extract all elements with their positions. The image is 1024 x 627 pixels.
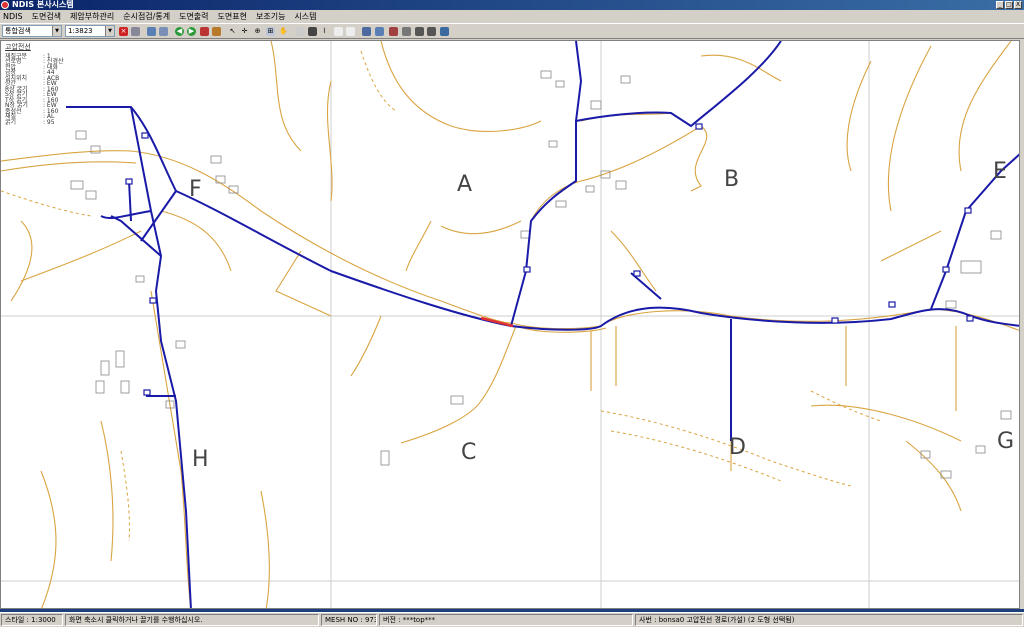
forward-icon[interactable]: ▶ xyxy=(187,27,196,36)
document-icon[interactable] xyxy=(131,27,140,36)
pole-marker[interactable] xyxy=(125,178,133,185)
legend-row: 굵기: 95 xyxy=(5,118,55,126)
vertical-scrollbar[interactable] xyxy=(1020,40,1024,609)
map-buildings xyxy=(70,70,1012,479)
status-selection-text: 사번 : bonsa0 고압전선 경로(가설) (2 도형 선택됨) xyxy=(639,616,795,624)
save-icon[interactable] xyxy=(147,27,156,36)
pole-marker[interactable] xyxy=(523,266,531,273)
measure-icon[interactable]: ⌇ xyxy=(320,27,329,36)
search-mode-select[interactable]: 통합검색 ▼ xyxy=(2,25,62,37)
attribute-legend: 고압전선 재질구분: 1 선로명: 신경산 전압: 대화 긍장: 44 설치위치… xyxy=(5,43,64,126)
refresh-icon[interactable] xyxy=(200,27,209,36)
status-version-text: 버전 : ***top*** xyxy=(383,616,436,624)
status-style-text: 스타일 : 1:3000 xyxy=(5,616,56,624)
pole-marker[interactable] xyxy=(831,317,839,324)
pole-marker[interactable] xyxy=(966,315,974,322)
window-title: NDIS 본사시스템 xyxy=(12,0,74,9)
image-icon[interactable] xyxy=(389,27,398,36)
toolbar: 통합검색 ▼ 1:3823 ▼ × ◀ ▶ ↖ ✛ ⊕ ⊞ ✋ ⌇ xyxy=(0,23,1024,39)
area-label-e: E xyxy=(993,159,1007,184)
menu-load-management[interactable]: 제암부하관리 xyxy=(70,11,114,22)
area-label-c: C xyxy=(461,440,476,465)
menu-inspection-stats[interactable]: 순시점검/통계 xyxy=(123,11,170,22)
chevron-down-icon[interactable]: ▼ xyxy=(52,26,61,36)
status-mesh: MESH NO : 9731B xyxy=(321,614,377,626)
blank-icon[interactable] xyxy=(346,27,355,36)
status-bar: 스타일 : 1:3000 화면 축소시 클릭하거나 끌기를 수행하십시오. ME… xyxy=(0,612,1024,627)
pan-icon[interactable]: ✛ xyxy=(240,27,249,36)
pole-marker[interactable] xyxy=(141,132,149,139)
pole-marker[interactable] xyxy=(149,297,157,304)
pole-marker[interactable] xyxy=(633,270,641,277)
settings-icon[interactable] xyxy=(415,27,424,36)
minimize-button[interactable]: _ xyxy=(996,1,1004,9)
zoom-in-icon[interactable]: ⊕ xyxy=(253,27,262,36)
status-selection: 사번 : bonsa0 고압전선 경로(가설) (2 도형 선택됨) xyxy=(635,614,1023,626)
map-svg[interactable]: A B C D E F G H xyxy=(1,41,1020,609)
area-label-f: F xyxy=(189,177,202,202)
stop-icon[interactable]: × xyxy=(119,27,128,36)
fill-icon[interactable] xyxy=(308,27,317,36)
status-style: 스타일 : 1:3000 xyxy=(1,614,63,626)
chevron-down-icon[interactable]: ▼ xyxy=(105,26,114,36)
pole-marker[interactable] xyxy=(143,389,151,396)
window-controls: _ □ X xyxy=(996,0,1022,9)
menu-drawing-search[interactable]: 도면검색 xyxy=(32,11,61,22)
scale-value: 1:3823 xyxy=(68,27,93,35)
status-hint: 화면 축소시 클릭하거나 끌기를 수행하십시오. xyxy=(65,614,319,626)
printer-icon[interactable] xyxy=(402,27,411,36)
layers-icon[interactable] xyxy=(159,27,168,36)
blank-icon[interactable] xyxy=(334,27,343,36)
window-icon[interactable] xyxy=(375,27,384,36)
map-power-lines xyxy=(66,41,1019,608)
zoom-window-icon[interactable]: ⊞ xyxy=(266,27,275,36)
menu-drawing-print[interactable]: 도면출력 xyxy=(179,11,208,22)
print-icon[interactable] xyxy=(212,27,221,36)
area-label-h: H xyxy=(192,447,209,472)
app-icon xyxy=(1,1,9,9)
status-version: 버전 : ***top*** xyxy=(379,614,633,626)
maximize-button[interactable]: □ xyxy=(1005,1,1013,9)
map-canvas[interactable]: A B C D E F G H 고압전선 재질구분: 1 선로명: 신경산 전압… xyxy=(0,40,1020,609)
status-mesh-text: MESH NO : 9731B xyxy=(325,616,376,624)
export-icon[interactable] xyxy=(362,27,371,36)
pole-marker[interactable] xyxy=(942,266,950,273)
area-label-b: B xyxy=(724,167,739,192)
search-mode-value: 통합검색 xyxy=(5,27,31,35)
area-label-a: A xyxy=(457,172,472,197)
highlighted-segment[interactable] xyxy=(480,316,514,328)
close-button[interactable]: X xyxy=(1014,1,1022,9)
pointer-icon[interactable]: ↖ xyxy=(228,27,237,36)
status-hint-text: 화면 축소시 클릭하거나 끌기를 수행하십시오. xyxy=(69,616,203,624)
menu-drawing-display[interactable]: 도면표현 xyxy=(218,11,247,22)
pole-marker[interactable] xyxy=(964,207,972,214)
map-dashed-paths xyxy=(1,50,882,542)
menu-aux-functions[interactable]: 보조기능 xyxy=(256,11,285,22)
menu-ndis[interactable]: NDIS xyxy=(3,12,23,21)
legend-title: 고압전선 xyxy=(5,43,31,51)
area-label-d: D xyxy=(729,435,746,460)
title-bar: NDIS 본사시스템 _ □ X xyxy=(0,0,1024,10)
scale-select[interactable]: 1:3823 ▼ xyxy=(65,25,115,37)
pole-marker[interactable] xyxy=(695,123,703,130)
area-label-g: G xyxy=(997,429,1014,454)
menu-bar: NDIS 도면검색 제암부하관리 순시점검/통계 도면출력 도면표현 보조기능 … xyxy=(0,10,1024,22)
camera-icon[interactable] xyxy=(427,27,436,36)
back-icon[interactable]: ◀ xyxy=(175,27,184,36)
info-icon[interactable] xyxy=(440,27,449,36)
pole-marker[interactable] xyxy=(888,301,896,308)
grid-icon[interactable] xyxy=(296,27,305,36)
hand-icon[interactable]: ✋ xyxy=(279,27,288,36)
menu-system[interactable]: 시스템 xyxy=(294,11,316,22)
